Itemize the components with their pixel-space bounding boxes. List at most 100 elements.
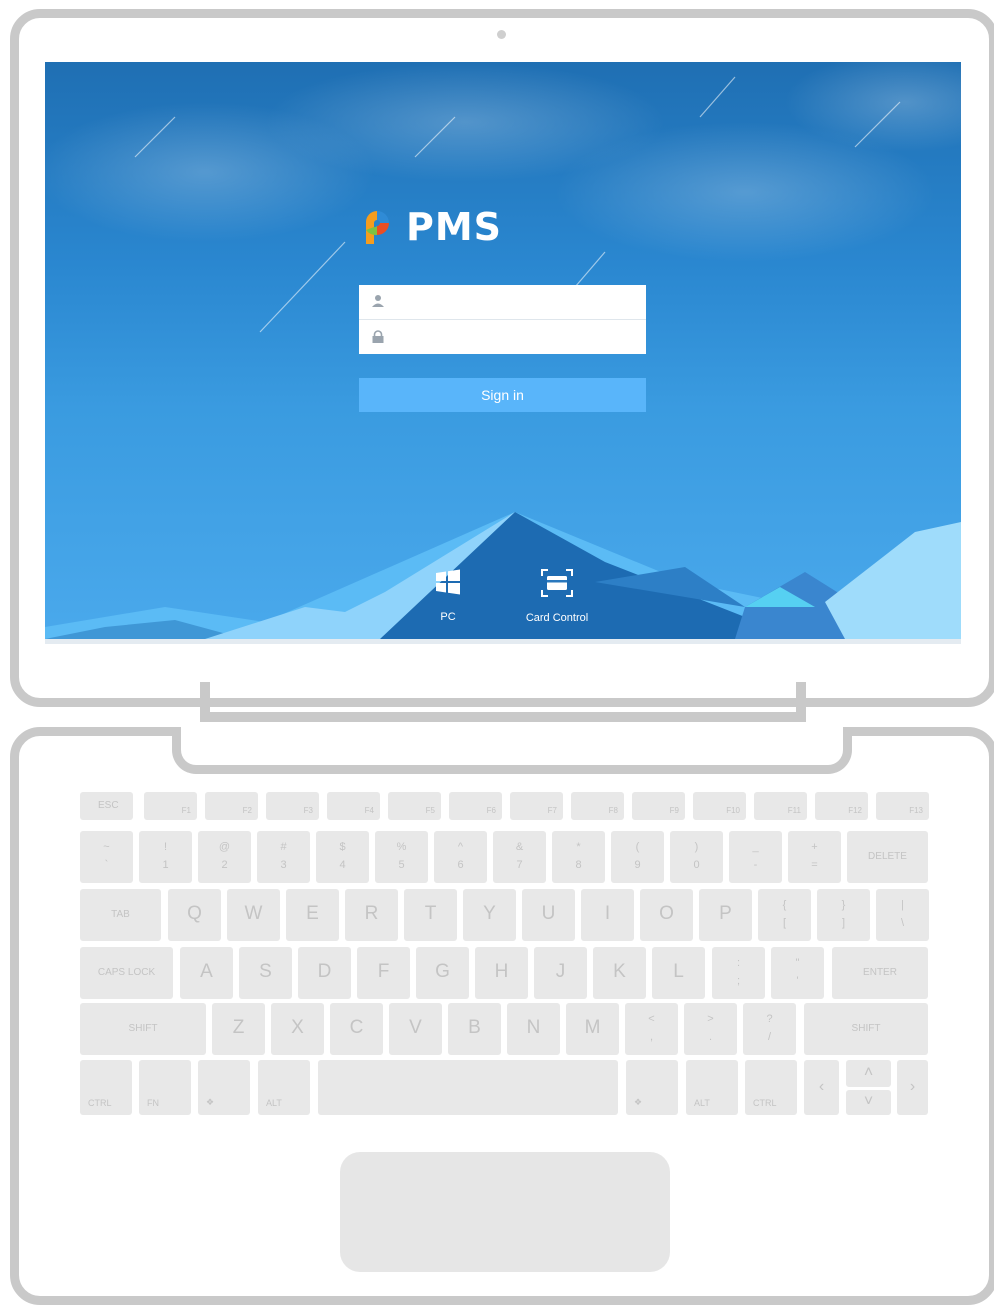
key-enter[interactable]: ENTER xyxy=(832,947,928,999)
key-m[interactable]: M xyxy=(566,1003,619,1055)
app-logo: PMS xyxy=(358,205,502,249)
hinge-bar xyxy=(200,712,806,722)
key-shift-left[interactable]: SHIFT xyxy=(80,1003,206,1055)
key-num-7[interactable]: & 7 xyxy=(493,831,546,883)
key-num-5[interactable]: % 5 xyxy=(375,831,428,883)
trackpad[interactable] xyxy=(340,1152,670,1272)
key-o[interactable]: O xyxy=(640,889,693,941)
key-b[interactable]: B xyxy=(448,1003,501,1055)
pms-logo-icon xyxy=(366,211,389,244)
camera-icon xyxy=(497,30,506,39)
key-delete[interactable]: DELETE xyxy=(847,831,928,883)
key-bracket-2[interactable]: | \ xyxy=(876,889,929,941)
key-bracket-0[interactable]: {[ xyxy=(758,889,811,941)
card-scan-icon xyxy=(541,569,573,597)
key-l[interactable]: L xyxy=(652,947,705,999)
key-s[interactable]: S xyxy=(239,947,292,999)
key-win-left[interactable]: ❖ xyxy=(198,1060,250,1115)
key-tab[interactable]: TAB xyxy=(80,889,161,941)
key-f9[interactable]: F9 xyxy=(632,792,685,820)
password-field[interactable] xyxy=(359,320,646,354)
key-arrow-down[interactable]: ˅ xyxy=(846,1090,891,1115)
key-f4[interactable]: F4 xyxy=(327,792,380,820)
key-ctrl-right[interactable]: CTRL xyxy=(745,1060,797,1115)
key-num-1[interactable]: ! 1 xyxy=(139,831,192,883)
key-num-11[interactable]: _ - xyxy=(729,831,782,883)
key-ctrl-left[interactable]: CTRL xyxy=(80,1060,132,1115)
key-f7[interactable]: F7 xyxy=(510,792,563,820)
key-caps-lock[interactable]: CAPS LOCK xyxy=(80,947,173,999)
key-f12[interactable]: F12 xyxy=(815,792,868,820)
key-i[interactable]: I xyxy=(581,889,634,941)
pc-label: PC xyxy=(440,611,456,623)
key-arrow-up[interactable]: ˄ xyxy=(846,1060,891,1087)
key-f8[interactable]: F8 xyxy=(571,792,624,820)
key-shift-right[interactable]: SHIFT xyxy=(804,1003,928,1055)
key-f5[interactable]: F5 xyxy=(388,792,441,820)
key-esc[interactable]: ESC xyxy=(80,792,133,820)
username-input[interactable] xyxy=(393,291,637,315)
key-f13[interactable]: F13 xyxy=(876,792,929,820)
key-num-9[interactable]: (9 xyxy=(611,831,664,883)
key-g[interactable]: G xyxy=(416,947,469,999)
windows-icon xyxy=(436,569,460,595)
app-name: PMS xyxy=(406,205,503,249)
password-input[interactable] xyxy=(393,326,637,350)
key-num-3[interactable]: #3 xyxy=(257,831,310,883)
card-control-label: Card Control xyxy=(525,612,589,624)
key-c[interactable]: C xyxy=(330,1003,383,1055)
key-f3[interactable]: F3 xyxy=(266,792,319,820)
key-a[interactable]: A xyxy=(180,947,233,999)
key-punct-0[interactable]: :; xyxy=(712,947,765,999)
username-field[interactable] xyxy=(359,285,646,320)
key-num-10[interactable]: ) 0 xyxy=(670,831,723,883)
key-f11[interactable]: F11 xyxy=(754,792,807,820)
key-punct-1[interactable]: " ' xyxy=(771,947,824,999)
key-f1[interactable]: F1 xyxy=(144,792,197,820)
key-fn[interactable]: FN xyxy=(139,1060,191,1115)
key-j[interactable]: J xyxy=(534,947,587,999)
key-f[interactable]: F xyxy=(357,947,410,999)
key-k[interactable]: K xyxy=(593,947,646,999)
key-num-4[interactable]: $4 xyxy=(316,831,369,883)
key-q[interactable]: Q xyxy=(168,889,221,941)
key-alt-left[interactable]: ALT xyxy=(258,1060,310,1115)
key-space[interactable] xyxy=(318,1060,618,1115)
key-x[interactable]: X xyxy=(271,1003,324,1055)
hinge-notch xyxy=(172,727,852,774)
key-num-2[interactable]: @2 xyxy=(198,831,251,883)
key-num-12[interactable]: + = xyxy=(788,831,841,883)
key-alt-right[interactable]: ALT xyxy=(686,1060,738,1115)
key-n[interactable]: N xyxy=(507,1003,560,1055)
key-d[interactable]: D xyxy=(298,947,351,999)
key-angle-2[interactable]: ? / xyxy=(743,1003,796,1055)
key-t[interactable]: T xyxy=(404,889,457,941)
pc-option[interactable]: PC xyxy=(425,568,471,630)
sign-in-button[interactable]: Sign in xyxy=(359,378,646,412)
key-e[interactable]: E xyxy=(286,889,339,941)
key-angle-1[interactable]: >. xyxy=(684,1003,737,1055)
key-bracket-1[interactable]: }] xyxy=(817,889,870,941)
key-num-0[interactable]: ~ ` xyxy=(80,831,133,883)
lock-icon xyxy=(372,330,384,343)
key-y[interactable]: Y xyxy=(463,889,516,941)
key-angle-0[interactable]: <, xyxy=(625,1003,678,1055)
key-u[interactable]: U xyxy=(522,889,575,941)
key-win-right[interactable]: ❖ xyxy=(626,1060,678,1115)
key-f6[interactable]: F6 xyxy=(449,792,502,820)
screen-bezel-line xyxy=(45,639,961,644)
key-r[interactable]: R xyxy=(345,889,398,941)
key-v[interactable]: V xyxy=(389,1003,442,1055)
key-h[interactable]: H xyxy=(475,947,528,999)
key-z[interactable]: Z xyxy=(212,1003,265,1055)
card-control-option[interactable]: Card Control xyxy=(512,568,602,630)
key-arrow-right[interactable]: › xyxy=(897,1060,928,1115)
key-arrow-left[interactable]: ‹ xyxy=(804,1060,839,1115)
key-f2[interactable]: F2 xyxy=(205,792,258,820)
user-icon xyxy=(372,295,384,307)
key-p[interactable]: P xyxy=(699,889,752,941)
key-f10[interactable]: F10 xyxy=(693,792,746,820)
key-num-8[interactable]: * 8 xyxy=(552,831,605,883)
key-num-6[interactable]: ^ 6 xyxy=(434,831,487,883)
key-w[interactable]: W xyxy=(227,889,280,941)
